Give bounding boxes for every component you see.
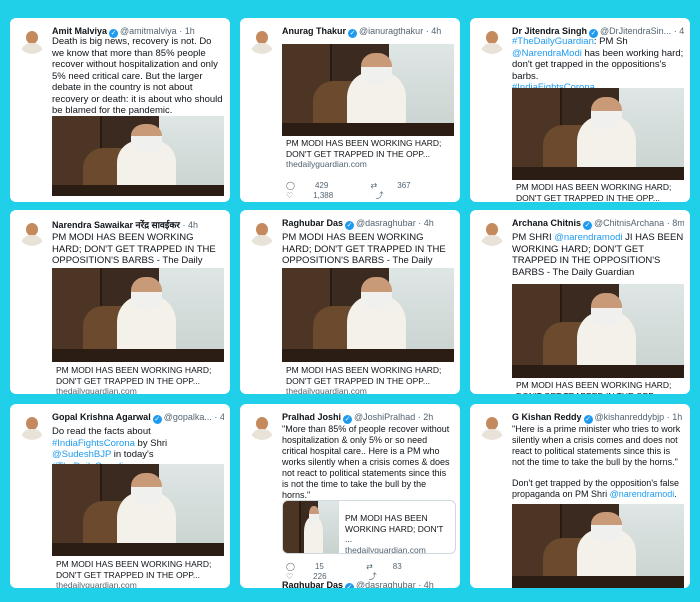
link-card-image[interactable] xyxy=(512,284,684,378)
link-card-image[interactable] xyxy=(282,44,454,136)
verified-icon: ✓ xyxy=(152,415,162,424)
reply-icon: ◯ xyxy=(286,181,295,190)
verified-icon: ✓ xyxy=(348,29,358,38)
verified-icon: ✓ xyxy=(345,583,355,588)
tweet-header: Raghubar Das ✓ @dasraghubar · 4h xyxy=(282,218,434,230)
avatar[interactable] xyxy=(18,412,46,440)
tweet-text: Death is big news, recovery is not. Do w… xyxy=(52,36,223,116)
link-card-image[interactable] xyxy=(512,88,684,180)
mention-link[interactable]: @NarendraModi xyxy=(512,48,582,59)
link-card-text[interactable]: PM MODI HAS BEEN WORKING HARD; DON'T GET… xyxy=(286,138,452,170)
tweet-card[interactable]: Raghubar Das ✓ @dasraghubar · 4h PM MODI H… xyxy=(240,210,460,394)
share-button[interactable]: ⤴ xyxy=(375,191,403,200)
avatar[interactable] xyxy=(248,26,276,54)
tweet-card[interactable]: Archana Chitnis ✓ @ChitnisArchana · 8m PM … xyxy=(470,210,690,394)
retweet-button[interactable]: ⇄ 83 xyxy=(366,562,422,571)
heart-icon: ♡ xyxy=(286,191,294,200)
tweet-text-2: Don't get trapped by the opposition's fa… xyxy=(512,478,680,499)
hashtag-link[interactable]: #IndiaFightsCorona xyxy=(52,438,135,449)
link-card-text[interactable]: PM MODI HAS BEEN WORKING HARD; DON'T GET… xyxy=(56,365,222,394)
link-card[interactable]: PM MODI HAS BEEN WORKING HARD; DON'T ...… xyxy=(282,500,456,554)
tweet-card[interactable]: Amit Malviya ✓ @amitmalviya · 1h Death is … xyxy=(10,18,230,202)
verified-icon: ✓ xyxy=(583,221,593,230)
reply-icon: ◯ xyxy=(286,562,295,571)
retweet-button[interactable]: ⇄ 367 xyxy=(371,181,431,190)
tweet-card[interactable]: G Kishan Reddy ✓ @kishanreddybjp · 1h "Her… xyxy=(470,404,690,588)
link-card-image[interactable] xyxy=(282,268,454,362)
tweet-card[interactable]: Anurag Thakur ✓ @ianuragthakur · 4h PM MOD… xyxy=(240,18,460,202)
link-card-text: PM MODI HAS BEEN WORKING HARD; DON'T ...… xyxy=(345,513,444,554)
avatar[interactable] xyxy=(478,412,506,440)
avatar[interactable] xyxy=(478,26,506,54)
avatar[interactable] xyxy=(248,412,276,440)
mention-link[interactable]: @narendramodi xyxy=(610,489,675,499)
verified-icon: ✓ xyxy=(343,415,353,424)
tweet-card[interactable]: Gopal Krishna Agarwal✓@gopalka... · 4h D… xyxy=(10,404,230,588)
link-card-image xyxy=(283,501,339,553)
tweet-header: Archana Chitnis ✓ @ChitnisArchana · 8m xyxy=(512,218,684,230)
verified-icon: ✓ xyxy=(345,221,355,230)
tweet-header: G Kishan Reddy ✓ @kishanreddybjp · 1h xyxy=(512,412,683,424)
tweet-header: Gopal Krishna Agarwal✓@gopalka... · 4h xyxy=(52,412,224,424)
tweet-header: Anurag Thakur ✓ @ianuragthakur · 4h xyxy=(282,26,442,38)
tweet-card[interactable]: Narendra Sawaikar नरेंद्र सावईकर · 4h PM… xyxy=(10,210,230,394)
verified-icon: ✓ xyxy=(583,415,593,424)
link-card-image[interactable] xyxy=(52,268,224,362)
tweet-text: #TheDailyGuardian: PM Sh @NarendraModi h… xyxy=(512,36,684,94)
tweet-text: "More than 85% of people recover without… xyxy=(282,424,450,500)
avatar[interactable] xyxy=(18,26,46,54)
mention-link[interactable]: @SudeshBJP xyxy=(52,449,111,460)
avatar[interactable] xyxy=(18,218,46,246)
retweet-icon: ⇄ xyxy=(366,562,373,571)
link-card-image[interactable] xyxy=(52,464,224,556)
tweet-card[interactable]: Dr Jitendra Singh✓@DrJitendraSin... · 4h… xyxy=(470,18,690,202)
tweet-header: Pralhad Joshi ✓ @JoshiPralhad · 2h xyxy=(282,412,434,424)
retweet-icon: ⇄ xyxy=(370,181,378,190)
link-card-text[interactable]: PM MODI HAS BEEN WORKING HARD; DON'T GET… xyxy=(516,380,682,394)
mention-link[interactable]: @narendramodi xyxy=(554,232,622,243)
tweet-actions: ◯ 429 ⇄ 367 ♡ 1,388 ⤴ xyxy=(286,181,460,201)
like-button[interactable]: ♡ 1,388 xyxy=(286,191,353,200)
tweet-card[interactable]: Pralhad Joshi ✓ @JoshiPralhad · 2h "More t… xyxy=(240,404,460,588)
link-card-text[interactable]: PM MODI HAS BEEN WORKING HARD; DON'T GET… xyxy=(56,559,222,588)
tweet-header: Narendra Sawaikar नरेंद्र सावईकर · 4h xyxy=(52,220,198,230)
tweet-photo[interactable] xyxy=(512,504,684,588)
next-tweet-header: Raghubar Das ✓ @dasraghubar · 4h xyxy=(282,580,454,588)
avatar[interactable] xyxy=(478,218,506,246)
tweet-text: PM SHRI @narendramodi JI HAS BEEN WORKIN… xyxy=(512,232,684,278)
tweet-text: "Here is a prime minister who tries to w… xyxy=(512,424,681,467)
reply-button[interactable]: ◯ 429 xyxy=(286,181,348,190)
tweet-actions: ◯ 15 ⇄ 83 ♡ 226 ⤴ xyxy=(286,562,460,582)
reply-button[interactable]: ◯ 15 xyxy=(286,562,344,571)
hashtag-link[interactable]: #TheDailyGuardian xyxy=(512,36,594,47)
avatar[interactable] xyxy=(248,218,276,246)
share-icon: ⤴ xyxy=(375,191,384,200)
link-card-text[interactable]: PM MODI HAS BEEN WORKING HARD; DON'T GET… xyxy=(286,365,452,394)
tweet-photo[interactable] xyxy=(52,116,224,196)
link-card-text[interactable]: PM MODI HAS BEEN WORKING HARD; DON'T GET… xyxy=(516,182,682,202)
